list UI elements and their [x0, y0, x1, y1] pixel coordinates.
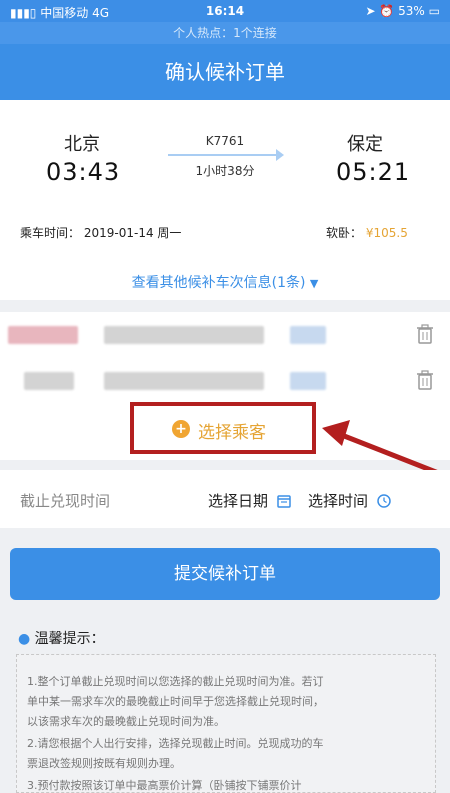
- seat-price-row: 软卧： ¥105.5: [326, 224, 408, 241]
- chevron-down-icon: ▼: [309, 277, 319, 290]
- route-arrow-icon: [276, 149, 284, 161]
- location-icon: ➤: [365, 4, 376, 18]
- trash-icon[interactable]: [416, 324, 434, 344]
- ride-date-row: 乘车时间： 2019-01-14 周一: [20, 224, 181, 241]
- trip-duration: 1小时38分: [195, 164, 255, 178]
- ride-date-value: 2019-01-14 周一: [83, 226, 182, 240]
- tip-line: 3.预付款按照该订单中最高票价计算（卧铺按下铺票价计: [27, 779, 302, 792]
- redacted-type: [290, 326, 326, 344]
- ride-date-label: 乘车时间：: [20, 226, 81, 240]
- redacted-name: [24, 372, 74, 390]
- calendar-icon: [277, 495, 291, 508]
- select-time-label: 选择时间: [308, 492, 369, 510]
- redacted-id: [104, 326, 264, 344]
- tips-title: 温馨提示：: [34, 631, 105, 647]
- passenger-row[interactable]: [0, 312, 450, 356]
- train-info-card: 北京 保定 03:43 05:21 K7761 1小时38分 乘车时间： 201…: [0, 100, 450, 300]
- train-number: K7761: [205, 134, 245, 148]
- ticket-price: ¥105.5: [365, 226, 408, 240]
- tip-line: 票退改签规则按既有规则办理。: [27, 757, 181, 770]
- route-arrow-line: [168, 154, 280, 156]
- select-time-button[interactable]: 选择时间: [308, 490, 391, 511]
- trash-icon[interactable]: [416, 370, 434, 390]
- select-date-button[interactable]: 选择日期: [208, 490, 291, 511]
- passenger-row[interactable]: [0, 360, 450, 404]
- tip-line: 以该需求车次的最晚截止兑现时间为准。: [27, 715, 225, 728]
- alarm-icon: ⏰: [379, 4, 395, 18]
- deadline-label: 截止兑现时间: [20, 492, 111, 510]
- battery-percent: 53%: [398, 4, 425, 18]
- redacted-id: [104, 372, 264, 390]
- tips-box: 1.整个订单截止兑现时间以您选择的截止兑现时间为准。若订 单中某一需求车次的最晚…: [16, 654, 436, 793]
- battery-icon: ▭: [428, 4, 440, 18]
- submit-order-button[interactable]: 提交候补订单: [10, 548, 440, 600]
- select-passenger-button[interactable]: + 选择乘客: [130, 402, 316, 454]
- clock-icon: [377, 494, 391, 508]
- status-icons: ➤ ⏰ 53% ▭: [365, 4, 440, 18]
- redacted-name: [8, 326, 78, 344]
- tips-header: ● 温馨提示：: [18, 628, 105, 648]
- redacted-type: [290, 372, 326, 390]
- status-bar: ▮▮▮▯ 中国移动 4G 16:14 ➤ ⏰ 53% ▭: [0, 0, 450, 22]
- tip-line: 2.请您根据个人出行安排，选择兑现截止时间。兑现成功的车: [27, 737, 324, 750]
- deadline-row: 截止兑现时间 选择日期 选择时间: [0, 470, 450, 528]
- seat-type-label: 软卧：: [326, 226, 363, 240]
- plus-icon: +: [172, 420, 190, 438]
- info-icon: ●: [18, 631, 31, 647]
- hotspot-banner[interactable]: 个人热点：1个连接: [0, 22, 450, 44]
- other-trains-link[interactable]: 查看其他候补车次信息(1条) ▼: [0, 272, 450, 292]
- page-title: 确认候补订单: [0, 44, 450, 100]
- other-trains-label: 查看其他候补车次信息(1条): [131, 275, 306, 291]
- tip-line: 1.整个订单截止兑现时间以您选择的截止兑现时间为准。若订: [27, 675, 324, 688]
- select-date-label: 选择日期: [208, 492, 269, 510]
- tip-line: 单中某一需求车次的最晚截止时间早于您选择截止兑现时间，: [27, 695, 324, 708]
- select-passenger-label: 选择乘客: [198, 423, 266, 443]
